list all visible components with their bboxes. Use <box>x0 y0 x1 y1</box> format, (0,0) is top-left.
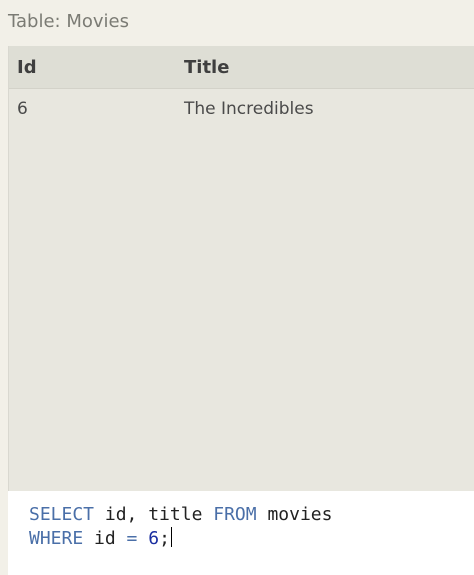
code-text: ; <box>159 528 170 549</box>
column-header-id: Id <box>17 56 37 78</box>
table-caption: Table: Movies <box>8 11 129 32</box>
table-row: 6 The Incredibles <box>9 89 474 129</box>
keyword-where: WHERE <box>29 528 84 549</box>
keyword-select: SELECT <box>29 504 95 525</box>
text-cursor <box>170 527 172 547</box>
number-literal: 6 <box>148 528 160 549</box>
keyword-from: FROM <box>213 504 257 525</box>
sql-editor[interactable]: SELECT id, title FROM movies WHERE id = … <box>8 491 474 575</box>
code-text: movies <box>256 504 333 525</box>
table-header-row: Id Title <box>9 46 474 89</box>
code-line-1: SELECT id, title FROM movies <box>29 503 474 527</box>
results-table: Id Title 6 The Incredibles <box>8 46 474 492</box>
cell-id: 6 <box>17 99 28 119</box>
code-line-2: WHERE id = 6; <box>29 527 474 551</box>
operator-equals: = <box>126 528 138 549</box>
column-header-title: Title <box>184 56 230 78</box>
cell-title: The Incredibles <box>184 99 314 119</box>
code-text: id <box>83 528 127 549</box>
code-text: id, title <box>94 504 214 525</box>
